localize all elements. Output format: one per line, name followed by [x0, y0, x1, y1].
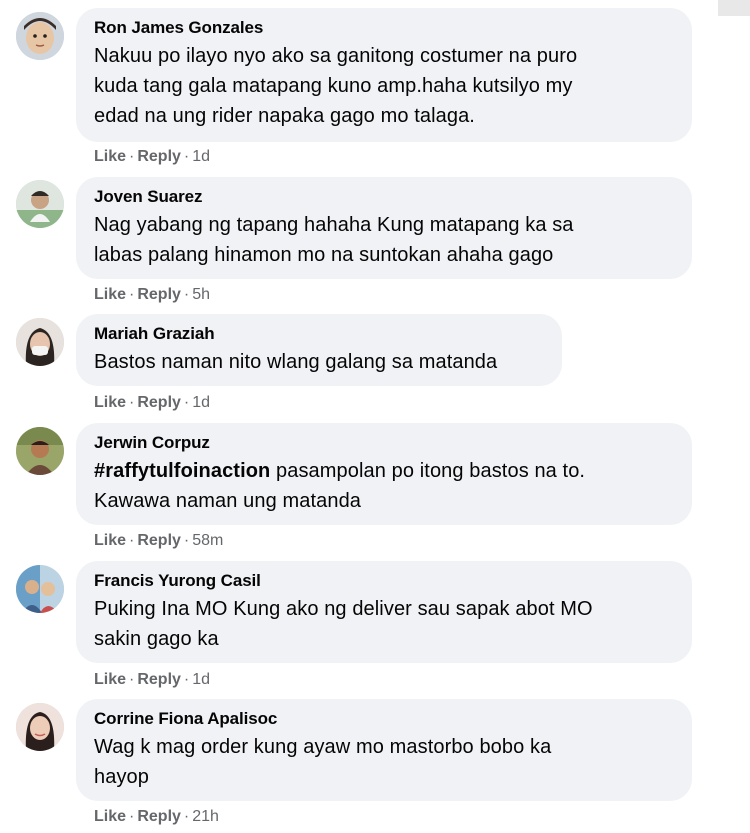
comment-line: hayop	[94, 766, 149, 788]
comment-timestamp[interactable]: 1d	[192, 148, 210, 165]
comment-actions: Like · Reply · 21h	[94, 807, 219, 827]
profile-photo-icon	[16, 12, 64, 60]
avatar[interactable]	[16, 180, 64, 228]
comment-line: Bastos naman nito wlang galang sa matand…	[94, 351, 498, 373]
like-link[interactable]: Like	[94, 394, 126, 411]
comment-text: Wag k mag order kung ayaw mo mastorbo bo…	[94, 732, 674, 792]
comment-line-rest: pasampolan po itong bastos na to.	[270, 460, 586, 482]
comment-actions: Like · Reply · 5h	[94, 285, 210, 305]
avatar[interactable]	[16, 703, 64, 751]
avatar[interactable]	[16, 318, 64, 366]
like-link[interactable]: Like	[94, 286, 126, 303]
comment-text: Nakuu po ilayo nyo ako sa ganitong costu…	[94, 41, 674, 131]
profile-photo-icon	[16, 565, 64, 613]
reply-link[interactable]: Reply	[137, 671, 181, 688]
comment-line: kuda tang gala matapang kuno amp.haha ku…	[94, 75, 573, 97]
reply-link[interactable]: Reply	[137, 394, 181, 411]
profile-photo-icon	[16, 427, 64, 475]
profile-photo-icon	[16, 703, 64, 751]
reply-link[interactable]: Reply	[137, 148, 181, 165]
avatar[interactable]	[16, 565, 64, 613]
comment-bubble: Joven Suarez Nag yabang ng tapang hahaha…	[76, 177, 692, 279]
comment-actions: Like · Reply · 1d	[94, 147, 210, 167]
separator: ·	[183, 671, 190, 688]
scrollbar-corner	[718, 0, 750, 16]
comment-line: Puking Ina MO Kung ako ng deliver sau sa…	[94, 598, 593, 620]
comment-author[interactable]: Joven Suarez	[94, 187, 674, 207]
comment-author[interactable]: Ron James Gonzales	[94, 18, 674, 38]
comment-bubble: Ron James Gonzales Nakuu po ilayo nyo ak…	[76, 8, 692, 142]
comment-timestamp[interactable]: 58m	[192, 532, 223, 549]
separator: ·	[183, 394, 190, 411]
comment-author[interactable]: Corrine Fiona Apalisoc	[94, 709, 674, 729]
comment-actions: Like · Reply · 1d	[94, 393, 210, 413]
comment-timestamp[interactable]: 1d	[192, 394, 210, 411]
separator: ·	[129, 148, 135, 165]
separator: ·	[183, 148, 190, 165]
like-link[interactable]: Like	[94, 148, 126, 165]
separator: ·	[129, 286, 135, 303]
separator: ·	[129, 532, 135, 549]
comment-line: edad na ung rider napaka gago mo talaga.	[94, 105, 475, 127]
comment-timestamp[interactable]: 1d	[192, 671, 210, 688]
comment-author[interactable]: Francis Yurong Casil	[94, 571, 674, 591]
comment-bubble: Corrine Fiona Apalisoc Wag k mag order k…	[76, 699, 692, 801]
comment-line: Kawawa naman ung matanda	[94, 490, 362, 512]
like-link[interactable]: Like	[94, 532, 126, 549]
comment-text: Puking Ina MO Kung ako ng deliver sau sa…	[94, 594, 674, 654]
comment-author[interactable]: Jerwin Corpuz	[94, 433, 674, 453]
comment-text: #raffytulfoinaction pasampolan po itong …	[94, 456, 674, 516]
comment-line: Nag yabang ng tapang hahaha Kung matapan…	[94, 214, 574, 236]
comment-list: Ron James Gonzales Nakuu po ilayo nyo ak…	[0, 0, 750, 833]
separator: ·	[183, 532, 190, 549]
avatar[interactable]	[16, 12, 64, 60]
profile-photo-icon	[16, 180, 64, 228]
comment-author[interactable]: Mariah Graziah	[94, 324, 544, 344]
reply-link[interactable]: Reply	[137, 808, 181, 825]
hashtag-link[interactable]: #raffytulfoinaction	[94, 460, 270, 482]
avatar[interactable]	[16, 427, 64, 475]
comment-line: labas palang hinamon mo na suntokan ahah…	[94, 244, 554, 266]
comment-actions: Like · Reply · 1d	[94, 670, 210, 690]
separator: ·	[129, 394, 135, 411]
profile-photo-icon	[16, 318, 64, 366]
like-link[interactable]: Like	[94, 671, 126, 688]
comment-timestamp[interactable]: 5h	[192, 286, 210, 303]
separator: ·	[129, 808, 135, 825]
comment-timestamp[interactable]: 21h	[192, 808, 219, 825]
comment-text: Bastos naman nito wlang galang sa matand…	[94, 347, 544, 377]
separator: ·	[129, 671, 135, 688]
comment-line: sakin gago ka	[94, 628, 219, 650]
comment-bubble: Francis Yurong Casil Puking Ina MO Kung …	[76, 561, 692, 663]
separator: ·	[183, 286, 190, 303]
comment-line: Nakuu po ilayo nyo ako sa ganitong costu…	[94, 45, 578, 67]
reply-link[interactable]: Reply	[137, 286, 181, 303]
like-link[interactable]: Like	[94, 808, 126, 825]
comment-line: #raffytulfoinaction pasampolan po itong …	[94, 456, 674, 486]
comment-text: Nag yabang ng tapang hahaha Kung matapan…	[94, 210, 674, 270]
comment-line: Wag k mag order kung ayaw mo mastorbo bo…	[94, 736, 552, 758]
reply-link[interactable]: Reply	[137, 532, 181, 549]
comment-bubble: Mariah Graziah Bastos naman nito wlang g…	[76, 314, 562, 386]
comment-actions: Like · Reply · 58m	[94, 531, 223, 551]
separator: ·	[183, 808, 190, 825]
comment-bubble: Jerwin Corpuz #raffytulfoinaction pasamp…	[76, 423, 692, 525]
